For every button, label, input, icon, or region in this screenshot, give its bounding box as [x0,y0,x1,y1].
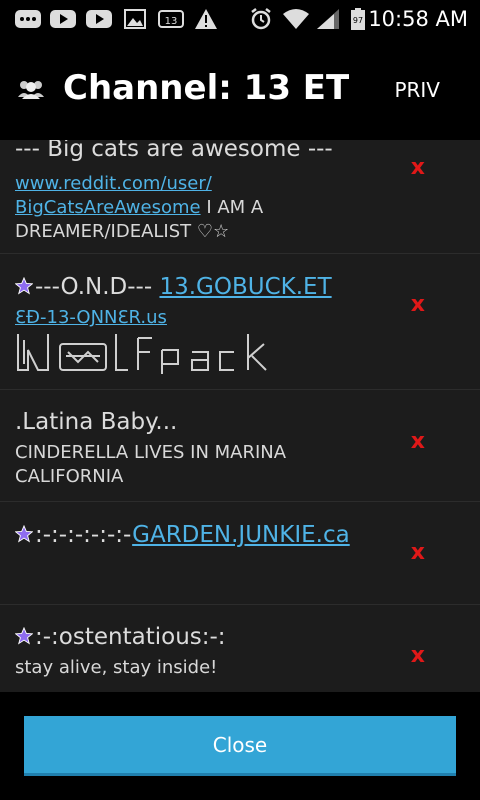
users-icon [18,81,44,99]
gallery-icon [124,9,146,29]
list-item[interactable]: .Latina Baby... CINDERELLA LIVES IN MARI… [0,390,480,502]
remove-button[interactable]: x [411,155,425,180]
app-bar: Channel: 13 ET PRIV [0,38,480,140]
remove-button[interactable]: x [411,429,425,454]
messages-icon [15,10,41,28]
priv-button[interactable]: PRIV [394,78,440,102]
item-name: :-:ostentatious:-: [15,624,226,650]
item-description: www.reddit.com/user/ BigCatsAreAwesome I… [15,172,385,244]
star-icon [15,525,33,543]
status-bar: 13 97 10:58 AM [0,0,480,38]
user-list[interactable]: --- Big cats are awesome --- www.reddit.… [0,140,480,692]
list-item[interactable]: :-:-:-:-:-:-GARDEN.JUNKIE.ca x [0,502,480,605]
page-title: Channel: 13 ET [63,68,350,108]
remove-button[interactable]: x [411,292,425,317]
remove-button[interactable]: x [411,643,425,668]
footer: Close [0,692,480,800]
battery-icon: 97 [351,8,365,30]
profile-link[interactable]: www.reddit.com/user/ BigCatsAreAwesome [15,173,212,218]
close-button[interactable]: Close [24,716,456,776]
remove-button[interactable]: x [411,540,425,565]
voicemail-icon: 13 [158,10,184,28]
list-item[interactable]: :-:ostentatious:-: stay alive, stay insi… [0,605,480,692]
item-name: ---O.N.D--- 13.GOBUCK.ET [15,274,332,300]
warning-icon [195,9,217,29]
svg-text:97: 97 [353,16,363,25]
item-name: .Latina Baby... [15,409,178,435]
youtube-icon [50,10,76,28]
item-description: CINDERELLA LIVES IN MARINA CALIFORNIA [15,442,287,487]
wolfpack-art [17,334,267,374]
list-item[interactable]: ---O.N.D--- 13.GOBUCK.ET ƐƉ-13-OƝNƐR.us … [0,254,480,390]
star-icon [15,277,33,295]
item-description: stay alive, stay inside! [15,657,218,678]
name-link[interactable]: 13.GOBUCK.ET [159,274,331,300]
star-icon [15,627,33,645]
list-item[interactable]: --- Big cats are awesome --- www.reddit.… [0,140,480,254]
item-name: :-:-:-:-:-:-GARDEN.JUNKIE.ca [15,522,350,548]
name-link[interactable]: GARDEN.JUNKIE.ca [132,522,350,548]
alarm-icon [251,8,271,30]
wifi-icon [283,9,309,29]
secondary-link[interactable]: ƐƉ-13-OƝNƐR.us [15,306,385,330]
signal-icon [317,9,339,29]
item-name: --- Big cats are awesome --- [15,140,333,162]
svg-text:13: 13 [165,16,178,27]
youtube-icon [86,10,112,28]
clock: 10:58 AM [368,7,468,31]
